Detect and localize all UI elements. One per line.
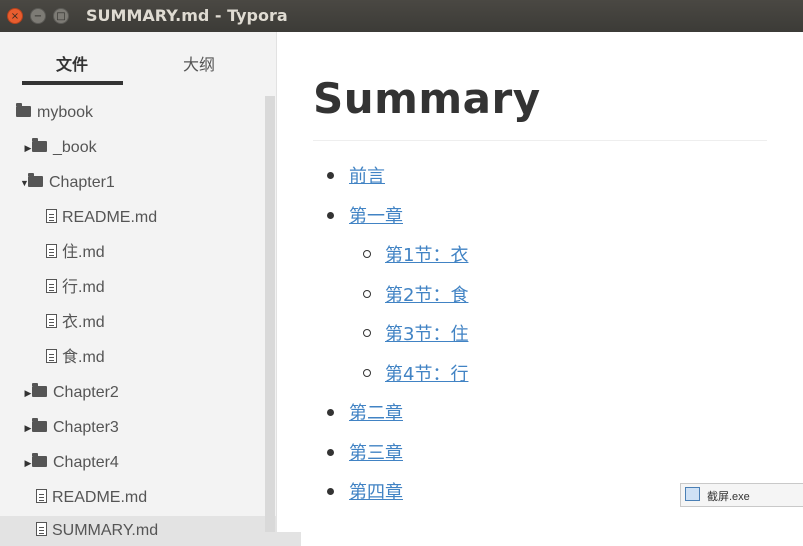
list-item: 第3节：住: [385, 320, 468, 346]
list-item: 第三章: [349, 439, 403, 465]
link-section-2[interactable]: 第2节：食: [385, 285, 468, 306]
list-bullet: [327, 409, 334, 416]
tree-item-label: 住.md: [62, 244, 105, 261]
link-chapter1[interactable]: 第一章: [349, 206, 403, 227]
tree-item-label: 行.md: [62, 279, 105, 296]
tree-item-label: README.md: [62, 209, 158, 226]
tree-item-summary[interactable]: SUMMARY.md: [0, 516, 301, 546]
sidebar-scrollbar[interactable]: [265, 96, 275, 532]
list-item: 第2节：食: [385, 281, 468, 307]
file-icon: [46, 349, 57, 364]
sidebar: 文件 大纲 mybook ▶ _book ▼ Chapter1 README.md …: [0, 32, 301, 546]
sidebar-tabs: 文件 大纲: [0, 32, 276, 88]
link-section-3[interactable]: 第3节：住: [385, 324, 468, 345]
minimize-window-button[interactable]: −: [30, 8, 46, 24]
folder-icon: [16, 102, 31, 117]
collapsed-arrow-icon[interactable]: ▶: [24, 378, 32, 408]
title-bar: × − □ SUMMARY.md - Typora: [0, 0, 803, 32]
document-heading: Summary: [313, 74, 541, 123]
link-chapter4[interactable]: 第四章: [349, 482, 403, 503]
tree-item-label: mybook: [37, 104, 94, 121]
tab-outline[interactable]: 大纲: [183, 51, 215, 75]
folder-icon: [32, 138, 47, 152]
window-title: SUMMARY.md - Typora: [86, 6, 288, 25]
link-section-4[interactable]: 第4节：行: [385, 364, 468, 385]
tree-item-label: README.md: [52, 489, 148, 506]
list-item: 第二章: [349, 399, 403, 425]
tree-item-chapter4[interactable]: ▶ Chapter4: [0, 448, 289, 478]
editor-pane[interactable]: Summary 前言 第一章 第1节：衣 第2节：食 第3节：住 第4节：行 第…: [277, 32, 803, 532]
collapsed-arrow-icon[interactable]: ▶: [24, 133, 32, 163]
link-chapter2[interactable]: 第二章: [349, 403, 403, 424]
file-icon: [46, 279, 57, 294]
list-item: 第一章: [349, 202, 403, 228]
sublist-bullet: [363, 290, 371, 298]
sublist-bullet: [363, 329, 371, 337]
link-preface[interactable]: 前言: [349, 166, 385, 187]
list-bullet: [327, 449, 334, 456]
tree-item-mybook[interactable]: mybook: [0, 98, 281, 128]
list-bullet: [327, 212, 334, 219]
tree-item-label: 食.md: [62, 349, 105, 366]
folder-icon: [32, 418, 47, 432]
file-icon: [46, 209, 57, 224]
taskbar-app-tooltip[interactable]: 截屏.exe: [680, 483, 803, 507]
file-icon: [36, 489, 47, 504]
tree-item-label: Chapter3: [53, 419, 119, 437]
tree-item-book[interactable]: ▶ _book: [0, 133, 289, 163]
file-icon: [36, 522, 47, 537]
list-bullet: [327, 172, 334, 179]
file-icon: [46, 314, 57, 329]
file-icon: [46, 244, 57, 259]
tree-item-label: Chapter1: [49, 174, 115, 192]
folder-icon: [32, 453, 47, 467]
folder-icon: [32, 383, 47, 397]
list-item: 第1节：衣: [385, 241, 468, 267]
tree-item-chapter3[interactable]: ▶ Chapter3: [0, 413, 289, 443]
heading-divider: [313, 140, 767, 141]
maximize-window-button[interactable]: □: [53, 8, 69, 24]
tree-item-readme-root[interactable]: README.md: [0, 483, 301, 513]
list-bullet: [327, 488, 334, 495]
sublist-bullet: [363, 250, 371, 258]
list-item: 第四章: [349, 478, 403, 504]
tree-item-label: 衣.md: [62, 314, 105, 331]
tree-item-chapter2[interactable]: ▶ Chapter2: [0, 378, 289, 408]
link-section-1[interactable]: 第1节：衣: [385, 245, 468, 266]
tree-item-chapter1[interactable]: ▼ Chapter1: [0, 168, 285, 198]
tooltip-label: 截屏.exe: [707, 491, 750, 503]
list-item: 前言: [349, 162, 385, 188]
tab-files[interactable]: 文件: [56, 51, 88, 75]
folder-icon: [28, 173, 43, 187]
tree-item-label: Chapter4: [53, 454, 119, 472]
list-item: 第4节：行: [385, 360, 468, 386]
close-window-button[interactable]: ×: [7, 8, 23, 24]
active-tab-indicator: [22, 81, 123, 85]
tree-item-label: SUMMARY.md: [52, 522, 159, 539]
expanded-arrow-icon[interactable]: ▼: [20, 168, 29, 198]
sublist-bullet: [363, 369, 371, 377]
link-chapter3[interactable]: 第三章: [349, 443, 403, 464]
tree-item-label: Chapter2: [53, 384, 119, 402]
screenshot-app-icon: [685, 487, 700, 501]
collapsed-arrow-icon[interactable]: ▶: [24, 448, 32, 478]
tree-item-label: _book: [53, 139, 97, 157]
collapsed-arrow-icon[interactable]: ▶: [24, 413, 32, 443]
